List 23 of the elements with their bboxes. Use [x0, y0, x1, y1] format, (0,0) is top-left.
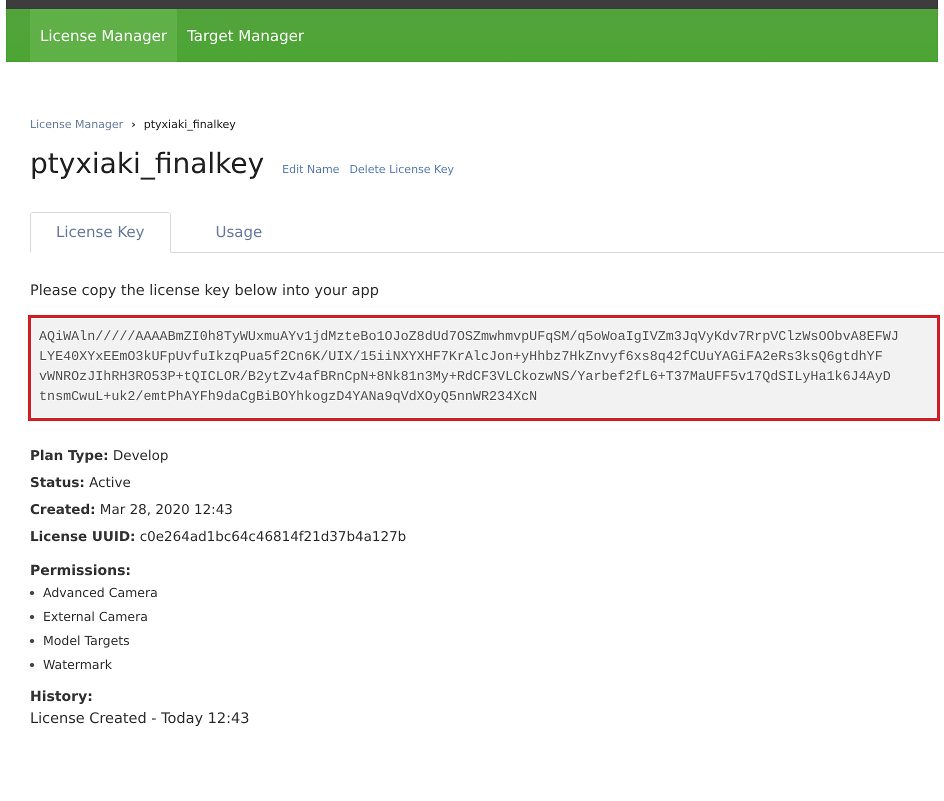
tab[interactable]: License Key [30, 212, 171, 253]
tab[interactable]: Usage [170, 213, 288, 253]
breadcrumb-link[interactable]: License Manager [30, 118, 124, 131]
section-heading: History: [30, 689, 94, 705]
page-title: ptyxiaki_finalkey [30, 147, 264, 180]
breadcrumb-separator: › [131, 118, 136, 131]
license-key-box[interactable]: AQiWAln/////AAAABmZI0h8TyWUxmuAYv1jdMzteBo1OJoZ8dUd7OSZmwhmvpUFqSM/q5oWoaIgIVZm3JqVyKdv7RrpVClzWsOObvA8EFWJ LYE40XYxEEmO3kUFpUvfuIkzqPua5f2Cn6K/UIX/15iiNXYXHF7KrAlcJon+yHhbz7HkZnvyf6xs8q42fCUuYAGiFA2eRs3ksQ6gtdhYF vWNROzJIhRH3RO53P+tQICLOR/B2ytZv4afBRnCpN+8Nk81n3My+RdCF3VLCkozwNS/Yarbef2fL6+T37MaUFF5v17QdSILyHa1k6J4AyD tnsmCwuL+uk2/emtPhAYFh9daCgBiBOYhkogzD4YANa9qVdXOyQ5nnWR234XcN [28, 315, 940, 421]
nav-tab[interactable]: Target Manager [177, 9, 314, 62]
history-entry: License Created - Today 12:43 [30, 711, 250, 727]
detail-line: Plan Type: Develop [30, 447, 170, 466]
permission-item: Model Targets [30, 629, 944, 653]
nav-tab[interactable]: License Manager [30, 9, 178, 62]
detail-line: License UUID: c0e264ad1bc64c46814f21d37b4a127b [30, 528, 408, 547]
detail-line: Status: Active [30, 474, 132, 493]
permission-item: Advanced Camera [30, 581, 944, 605]
title-action-link[interactable]: Delete License Key [349, 163, 454, 176]
instruction-text: Please copy the license key below into your app [30, 283, 380, 299]
section-heading: Permissions: [30, 563, 132, 579]
permission-item: Watermark [30, 653, 944, 677]
title-action-link[interactable]: Edit Name [282, 163, 340, 176]
breadcrumb-current: ptyxiaki_finalkey [144, 118, 236, 131]
permission-item: External Camera [30, 605, 944, 629]
detail-line: Created: Mar 28, 2020 12:43 [30, 501, 234, 520]
